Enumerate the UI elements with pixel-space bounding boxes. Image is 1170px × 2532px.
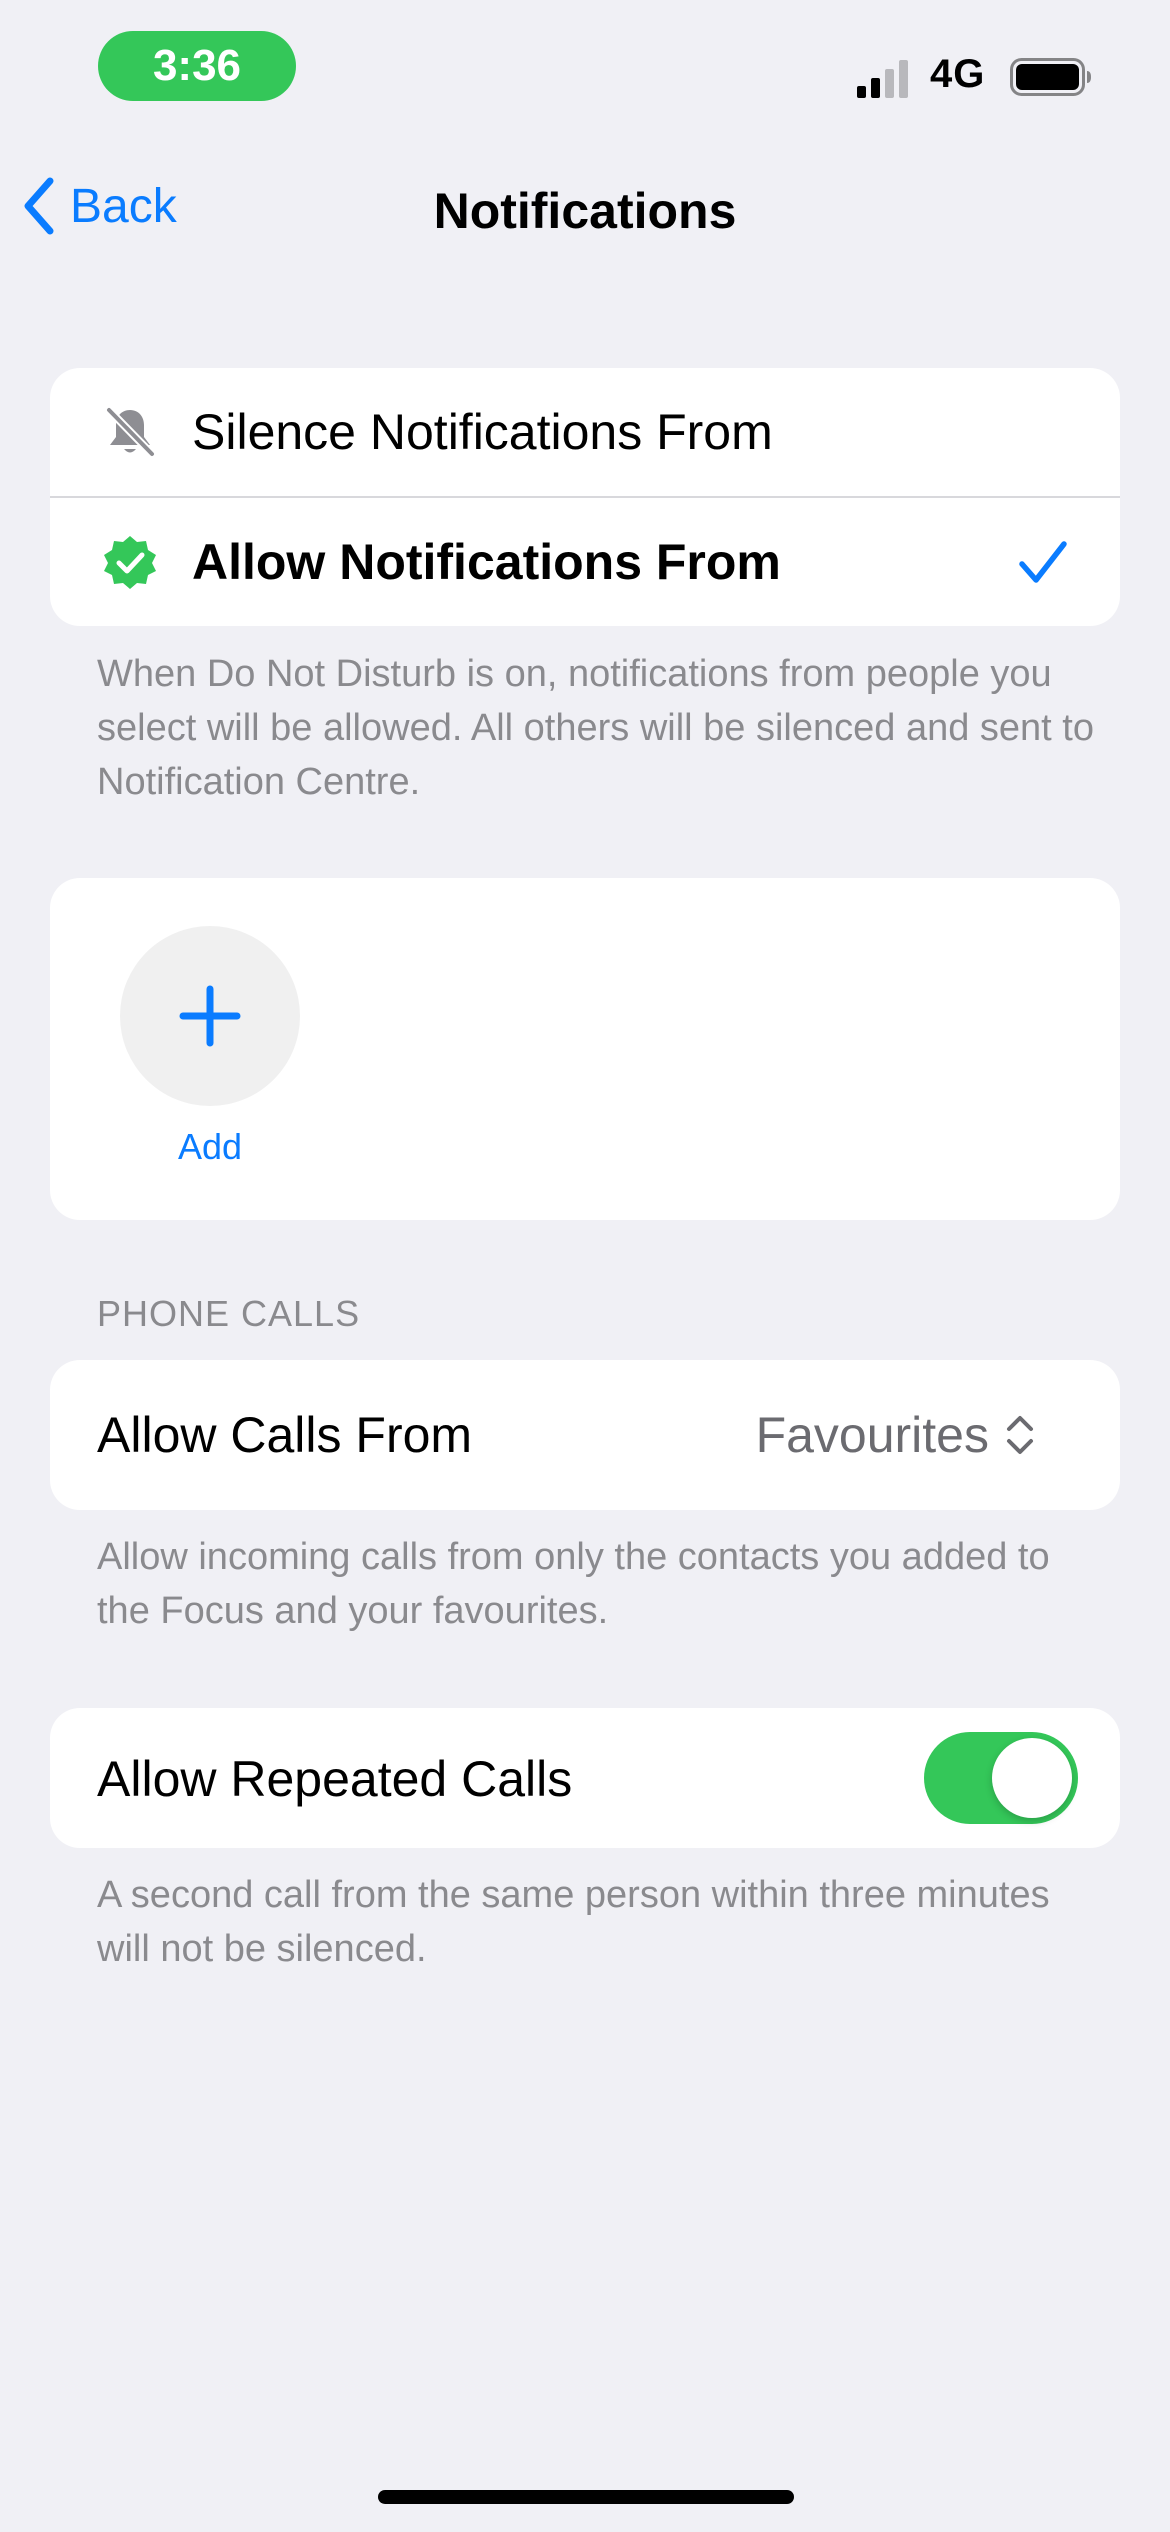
allow-calls-footnote: Allow incoming calls from only the conta… (97, 1536, 1050, 1632)
repeated-calls-footnote: A second call from the same person withi… (97, 1874, 1050, 1970)
option-label: Silence Notifications From (192, 404, 773, 460)
add-person-button[interactable] (120, 926, 300, 1106)
allowed-people-card: Add (50, 878, 1120, 1220)
repeated-calls-toggle[interactable] (924, 1732, 1078, 1824)
battery-icon (1010, 58, 1091, 96)
navigation-bar: Back Notifications (0, 160, 1170, 250)
option-allow-notifications[interactable]: Allow Notifications From (50, 496, 1120, 626)
bell-slash-icon (105, 406, 156, 458)
allow-calls-picker[interactable]: Favourites (756, 1406, 1035, 1464)
option-label: Allow Notifications From (192, 534, 781, 590)
section-header-phone-calls: PHONE CALLS (97, 1293, 361, 1334)
network-type: 4G (930, 52, 986, 96)
plus-icon (179, 985, 241, 1047)
option-silence-notifications[interactable]: Silence Notifications From (50, 368, 1120, 496)
allow-calls-value: Favourites (755, 1407, 989, 1463)
page-title: Notifications (433, 183, 737, 239)
checkmark-icon (1019, 541, 1067, 583)
repeated-calls-row: Allow Repeated Calls (50, 1708, 1120, 1848)
add-person-label[interactable]: Add (120, 1126, 300, 1168)
mode-footnote: When Do Not Disturb is on, notifications… (97, 653, 1094, 803)
cellular-signal-icon (857, 60, 908, 98)
checkmark-seal-icon (104, 536, 156, 589)
status-bar: 3:36 4G (0, 0, 1170, 130)
chevron-up-down-icon (1007, 1416, 1033, 1454)
status-time[interactable]: 3:36 (98, 31, 296, 101)
toggle-knob (992, 1738, 1072, 1818)
allow-calls-label: Allow Calls From (97, 1407, 473, 1463)
allow-calls-row[interactable]: Allow Calls From Favourites (50, 1360, 1120, 1510)
home-indicator[interactable] (378, 2490, 794, 2504)
repeated-calls-label: Allow Repeated Calls (97, 1751, 573, 1807)
notification-mode-card: Silence Notifications From Allow Notific… (50, 368, 1120, 626)
